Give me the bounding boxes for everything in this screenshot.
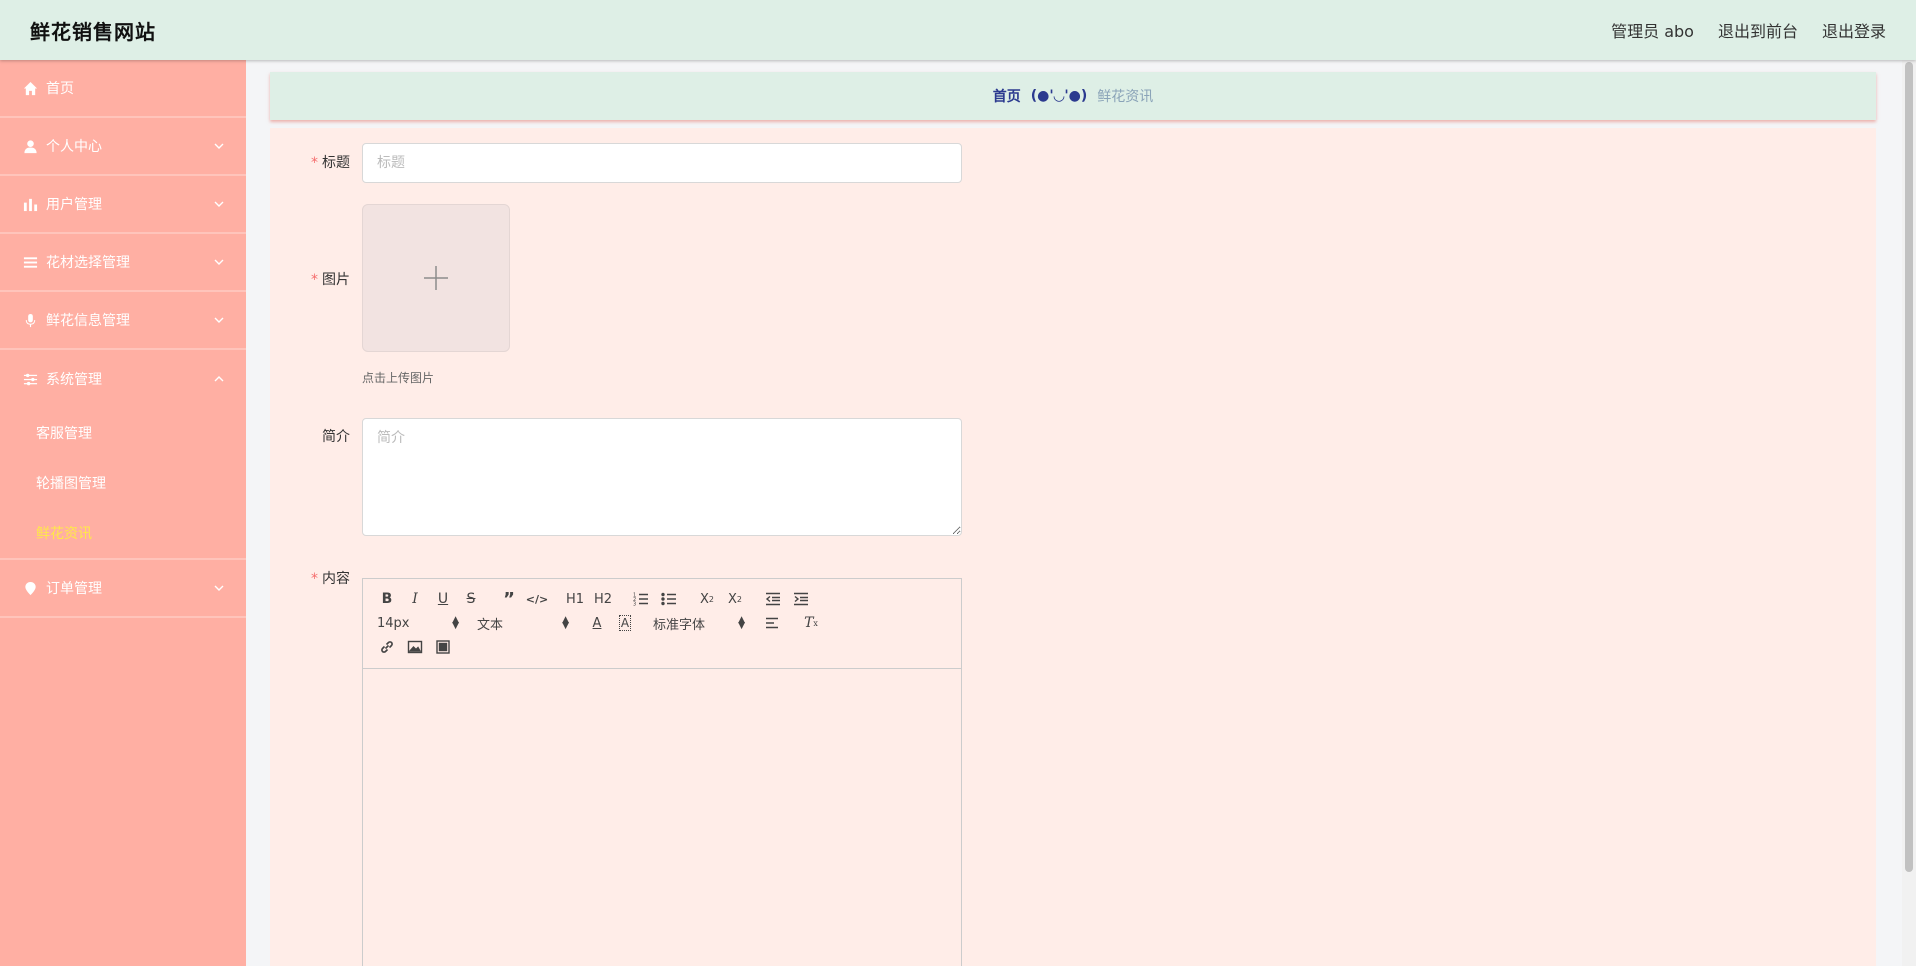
text-color-icon[interactable]: A xyxy=(583,611,611,635)
sidebar-item-order-management[interactable]: 订单管理 xyxy=(0,560,246,618)
sidebar-item-system-management[interactable]: 系统管理 xyxy=(0,350,246,408)
chevron-down-icon xyxy=(214,139,224,149)
header-1-button[interactable]: H1 xyxy=(561,587,589,611)
list-icon xyxy=(22,254,38,270)
chevron-down-icon xyxy=(214,255,224,265)
blockquote-button[interactable]: ” xyxy=(495,587,523,611)
sidebar: 首页 个人中心 用户管理 花材选择管理 鲜花信息管理 系统管理 客服管理 轮播图… xyxy=(0,60,246,966)
font-family-select[interactable]: 标准字体 ▲ ▼ xyxy=(649,611,749,635)
title-label: * 标题 xyxy=(311,155,350,171)
font-size-select[interactable]: 14px ▲ ▼ xyxy=(373,611,463,635)
sidebar-item-label: 首页 xyxy=(46,81,74,97)
required-mark: * xyxy=(311,155,318,171)
title-input[interactable] xyxy=(362,143,962,183)
sidebar-item-label: 个人中心 xyxy=(46,139,102,155)
site-title: 鲜花销售网站 xyxy=(30,19,156,44)
bar-chart-icon xyxy=(22,196,38,212)
breadcrumb-separator: (●'◡'●) xyxy=(1030,88,1088,104)
outdent-icon[interactable] xyxy=(759,587,787,611)
admin-user-label: 管理员 abo xyxy=(1611,22,1694,41)
video-icon[interactable] xyxy=(429,635,457,659)
sidebar-item-home[interactable]: 首页 xyxy=(0,60,246,118)
sidebar-item-label: 订单管理 xyxy=(46,581,102,597)
header-2-button[interactable]: H2 xyxy=(589,587,617,611)
underline-button[interactable]: U xyxy=(429,587,457,611)
clear-format-icon[interactable]: Tx xyxy=(797,611,825,635)
map-pin-icon xyxy=(22,580,38,596)
subscript-button[interactable]: X2 xyxy=(693,587,721,611)
chevron-down-icon xyxy=(214,581,224,591)
content-label: * 内容 xyxy=(311,571,350,587)
image-upload-box[interactable] xyxy=(362,204,510,352)
sidebar-item-label: 鲜花信息管理 xyxy=(46,313,130,329)
header-actions: 管理员 abo 退出到前台 退出登录 xyxy=(1611,18,1886,42)
system-submenu: 客服管理 轮播图管理 鲜花资讯 xyxy=(0,408,246,560)
rich-text-editor: B I U S ” </> H1 H2 123 X2 X2 14px ▲ ▼ 文… xyxy=(362,578,962,966)
strike-button[interactable]: S xyxy=(457,587,485,611)
sidebar-subitem-customer-service[interactable]: 客服管理 xyxy=(0,408,246,458)
logout-link[interactable]: 退出登录 xyxy=(1822,18,1886,42)
image-icon[interactable] xyxy=(401,635,429,659)
sidebar-item-personal-center[interactable]: 个人中心 xyxy=(0,118,246,176)
sidebar-item-label: 系统管理 xyxy=(46,372,102,388)
chevron-up-icon xyxy=(214,372,224,382)
bullet-list-icon[interactable] xyxy=(655,587,683,611)
background-color-icon[interactable]: A xyxy=(611,611,639,635)
svg-text:3: 3 xyxy=(633,602,636,608)
sidebar-item-flower-info[interactable]: 鲜花信息管理 xyxy=(0,292,246,350)
summary-textarea[interactable] xyxy=(362,418,962,536)
chevron-down-icon xyxy=(214,313,224,323)
sidebar-item-label: 花材选择管理 xyxy=(46,255,130,271)
microphone-icon xyxy=(22,312,38,328)
breadcrumb-current: 鲜花资讯 xyxy=(1097,89,1154,105)
italic-button[interactable]: I xyxy=(401,587,429,611)
superscript-button[interactable]: X2 xyxy=(721,587,749,611)
indent-icon[interactable] xyxy=(787,587,815,611)
sidebar-item-user-management[interactable]: 用户管理 xyxy=(0,176,246,234)
sidebar-item-label: 用户管理 xyxy=(46,197,102,213)
summary-label: 简介 xyxy=(322,429,350,445)
editor-content-area[interactable] xyxy=(363,669,961,966)
top-bar: 鲜花销售网站 管理员 abo 退出到前台 退出登录 xyxy=(0,0,1916,60)
image-label: * 图片 xyxy=(311,272,350,288)
breadcrumb-home[interactable]: 首页 xyxy=(993,86,1021,106)
required-mark: * xyxy=(311,272,318,288)
ordered-list-icon[interactable]: 123 xyxy=(627,587,655,611)
page-scrollbar[interactable] xyxy=(1902,60,1916,966)
upload-tip: 点击上传图片 xyxy=(362,371,435,385)
sidebar-item-flower-material[interactable]: 花材选择管理 xyxy=(0,234,246,292)
home-icon xyxy=(22,80,38,96)
editor-toolbar: B I U S ” </> H1 H2 123 X2 X2 14px ▲ ▼ 文… xyxy=(363,579,961,669)
code-block-button[interactable]: </> xyxy=(523,587,551,611)
bold-button[interactable]: B xyxy=(373,587,401,611)
sidebar-subitem-carousel[interactable]: 轮播图管理 xyxy=(0,458,246,508)
sidebar-subitem-flower-news[interactable]: 鲜花资讯 xyxy=(0,508,246,558)
scrollbar-thumb[interactable] xyxy=(1905,62,1913,872)
news-form: *标题 *图片 点击上传图片 简介 *内容 B I U S ” </> H1 xyxy=(270,128,1876,966)
exit-to-front-link[interactable]: 退出到前台 xyxy=(1718,18,1798,42)
chevron-down-icon xyxy=(214,197,224,207)
required-mark: * xyxy=(311,571,318,587)
sliders-icon xyxy=(22,371,38,387)
user-icon xyxy=(22,138,38,154)
link-icon[interactable] xyxy=(373,635,401,659)
breadcrumb: 首页 (●'◡'●) 鲜花资讯 xyxy=(270,72,1876,120)
align-icon[interactable] xyxy=(759,611,787,635)
header-select[interactable]: 文本 ▲ ▼ xyxy=(473,611,573,635)
plus-icon xyxy=(424,266,448,290)
